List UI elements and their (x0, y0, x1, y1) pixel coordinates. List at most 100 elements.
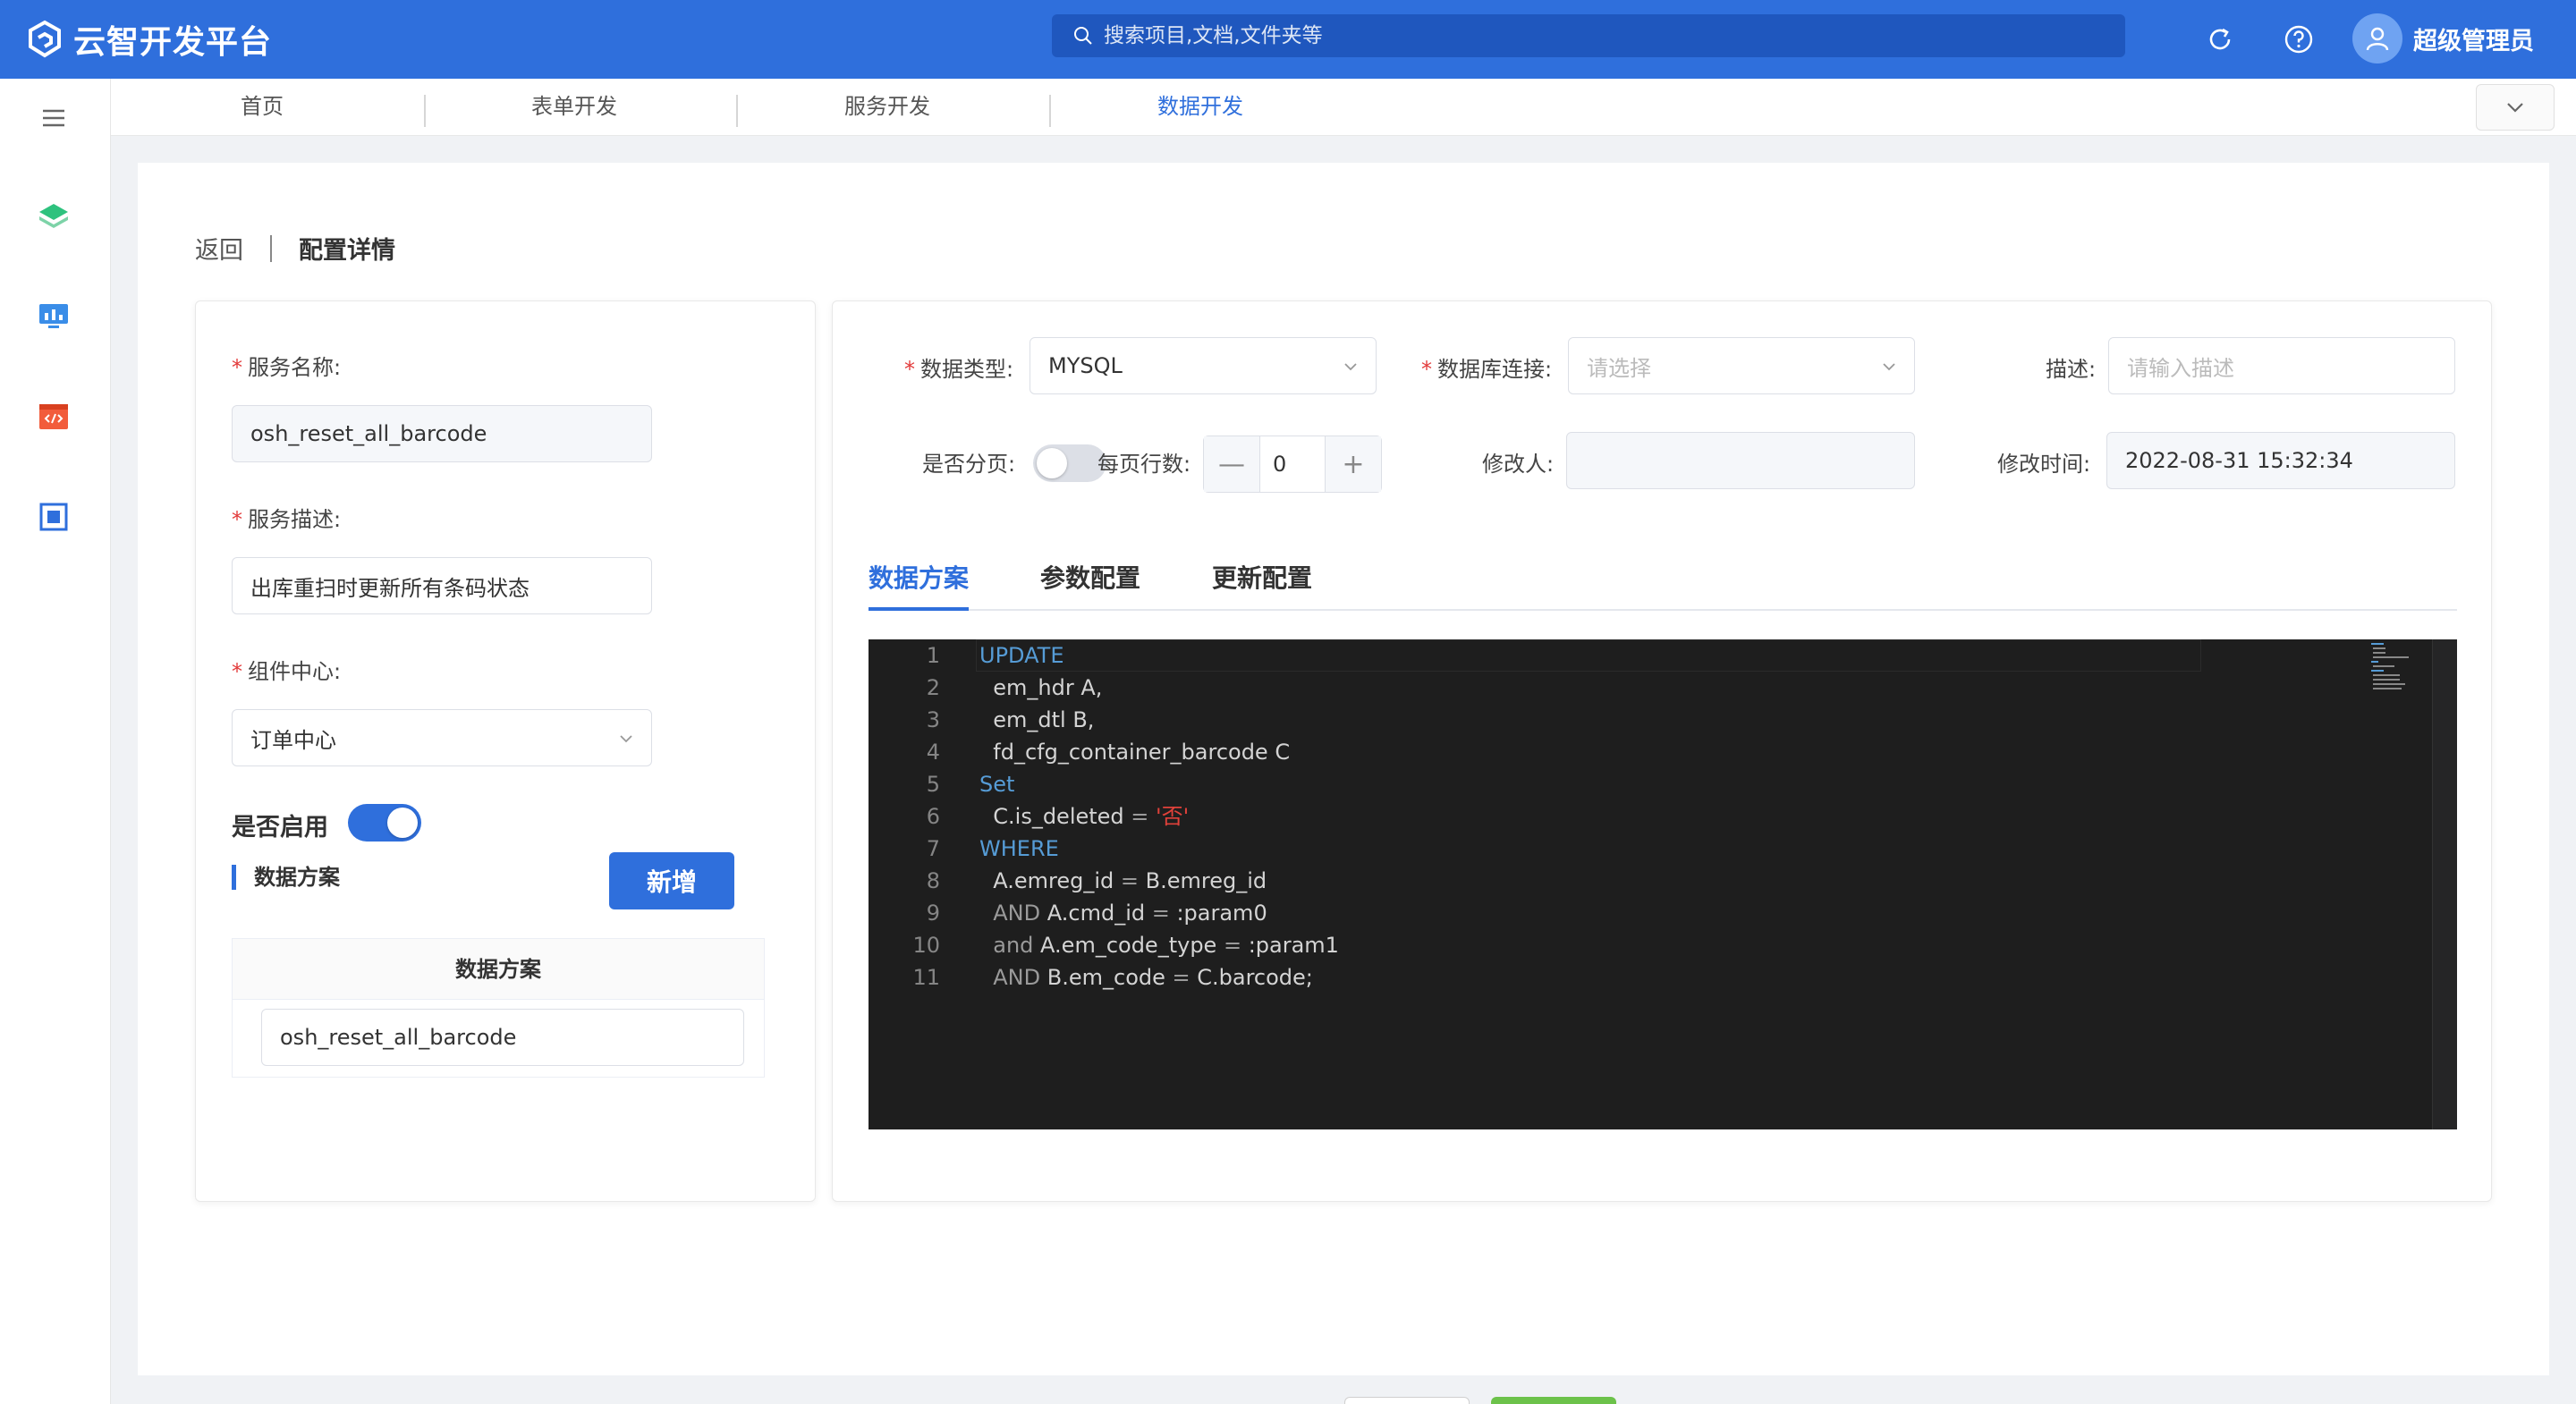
db-conn-select[interactable]: 请选择 (1568, 337, 1915, 394)
line-number: 9 (926, 901, 940, 926)
modifier-field[interactable] (1566, 432, 1915, 489)
tab-service-dev[interactable]: 服务开发 (807, 79, 968, 136)
app-title: 云智开发平台 (73, 24, 273, 61)
line-number: 3 (926, 707, 940, 732)
component-select[interactable]: 订单中心 (232, 709, 652, 766)
tab-update-config[interactable]: 更新配置 (1212, 561, 1312, 611)
code-line: 8 A.emreg_id = B.emreg_id (869, 865, 2246, 897)
sql-editor[interactable]: 1 UPDATE 2 em_hdr A, 3 em_dtl B, 4 fd_cfg… (869, 639, 2457, 1129)
code-line: 9 AND A.cmd_id = :param0 (869, 897, 2246, 929)
save-button[interactable]: 保存 (1491, 1397, 1616, 1404)
rail-item-chip[interactable] (34, 497, 73, 537)
back-link[interactable]: 返回 (195, 231, 243, 266)
nav-tabs: 首页 表单开发 服务开发 数据开发 (111, 79, 2576, 136)
refresh-button[interactable] (2200, 20, 2240, 59)
nav-expand-button[interactable] (2476, 84, 2555, 131)
line-number: 11 (912, 965, 940, 990)
app-logo[interactable]: 云智开发平台 (25, 16, 272, 63)
page-title: 配置详情 (299, 237, 395, 265)
code-line: 11 AND B.em_code = C.barcode; (869, 961, 2246, 994)
help-button[interactable] (2279, 20, 2318, 59)
code-line: 5 Set (869, 768, 2246, 800)
required-mark: * (904, 357, 915, 382)
user-menu[interactable]: 超级管理员 (2352, 11, 2534, 66)
code-line: 10 and A.em_code_type = :param1 (869, 929, 2246, 961)
line-number: 4 (926, 740, 940, 765)
top-bar: 云智开发平台 超级管理员 (0, 0, 2576, 79)
line-number: 1 (926, 643, 940, 668)
service-desc-field[interactable]: 出库重扫时更新所有条码状态 (232, 557, 652, 614)
menu-icon (43, 109, 64, 127)
editor-scrollbar[interactable] (2432, 639, 2457, 1129)
chevron-down-icon (1883, 363, 1895, 371)
required-mark: * (1421, 357, 1432, 382)
chip-icon (39, 503, 68, 531)
user-icon (2366, 27, 2389, 51)
code-line: 4 fd_cfg_container_barcode C (869, 736, 2246, 768)
avatar (2352, 13, 2402, 63)
code-line: 1 UPDATE (869, 639, 2246, 672)
help-icon (2284, 25, 2313, 54)
logo-icon (29, 20, 61, 58)
service-name-field[interactable]: osh_reset_all_barcode (232, 405, 652, 462)
search-icon (1074, 27, 1092, 45)
modified-time-field[interactable]: 2022-08-31 15:32:34 (2106, 432, 2455, 489)
line-number: 5 (926, 772, 940, 797)
tab-data-plan[interactable]: 数据方案 (869, 561, 970, 611)
modifier-label: 修改人: (1482, 452, 1555, 477)
required-mark: * (232, 355, 242, 380)
line-number: 7 (926, 836, 940, 861)
plan-table-header: 数据方案 (233, 939, 764, 1000)
decrement-button[interactable]: — (1204, 436, 1259, 492)
component-label: * 组件中心: (232, 659, 342, 684)
rows-per-page-value[interactable]: 0 (1259, 436, 1326, 492)
tab-data-dev[interactable]: 数据开发 (1120, 79, 1281, 136)
required-mark: * (232, 659, 242, 684)
breadcrumb-divider (270, 234, 272, 262)
code-line: 7 WHERE (869, 833, 2246, 865)
tab-form-dev[interactable]: 表单开发 (494, 79, 655, 136)
search-input[interactable] (1104, 24, 2088, 47)
cancel-button[interactable]: 取消 (1344, 1397, 1470, 1404)
nav-divider (736, 95, 738, 127)
add-plan-button[interactable]: 新增 (609, 852, 734, 909)
config-tabs: 数据方案 参数配置 更新配置 (869, 561, 2457, 611)
line-number: 10 (912, 933, 940, 958)
plan-table: 数据方案 osh_reset_all_barcode (232, 938, 765, 1078)
code-line: 6 C.is_deleted = '否' (869, 800, 2246, 833)
menu-toggle-button[interactable] (34, 98, 73, 138)
rows-per-page-label: 每页行数: (1097, 452, 1191, 477)
data-plan-section-title: 数据方案 (232, 865, 340, 890)
nav-divider (424, 95, 426, 127)
rail-item-layers[interactable] (34, 197, 73, 236)
rows-per-page-stepper: — 0 + (1203, 436, 1382, 493)
chevron-down-icon (1344, 363, 1357, 371)
db-conn-label: * 数据库连接: (1421, 357, 1553, 382)
rail-item-dashboard[interactable] (34, 297, 73, 336)
data-type-select[interactable]: MYSQL (1030, 337, 1377, 394)
global-search[interactable] (1052, 14, 2125, 57)
editor-minimap[interactable] (2369, 639, 2432, 693)
modified-time-label: 修改时间: (1997, 452, 2091, 477)
service-info-panel: * 服务名称: osh_reset_all_barcode * 服务描述: 出库重扫… (195, 300, 816, 1202)
layers-icon (39, 204, 68, 228)
config-detail-panel: * 数据类型: MYSQL * 数据库连接: 请选择 描述: 请输入描述 是否分页:… (832, 300, 2492, 1202)
monitor-chart-icon (39, 304, 68, 328)
rail-item-code[interactable] (34, 397, 73, 436)
tab-param-config[interactable]: 参数配置 (1040, 561, 1140, 611)
code-line: 2 em_hdr A, (869, 672, 2246, 704)
enabled-label: 是否启用 (232, 814, 328, 842)
line-number: 6 (926, 804, 940, 829)
line-number: 8 (926, 868, 940, 893)
data-type-label: * 数据类型: (904, 357, 1014, 382)
tab-home[interactable]: 首页 (182, 79, 343, 136)
increment-button[interactable]: + (1326, 436, 1381, 492)
toggle-knob (387, 808, 418, 838)
paging-toggle[interactable] (1033, 444, 1106, 482)
user-name: 超级管理员 (2413, 27, 2534, 55)
required-mark: * (232, 507, 242, 532)
enabled-toggle[interactable] (348, 804, 421, 842)
desc-input[interactable]: 请输入描述 (2108, 337, 2455, 394)
toggle-knob (1037, 448, 1067, 478)
plan-row-input[interactable]: osh_reset_all_barcode (261, 1009, 744, 1066)
